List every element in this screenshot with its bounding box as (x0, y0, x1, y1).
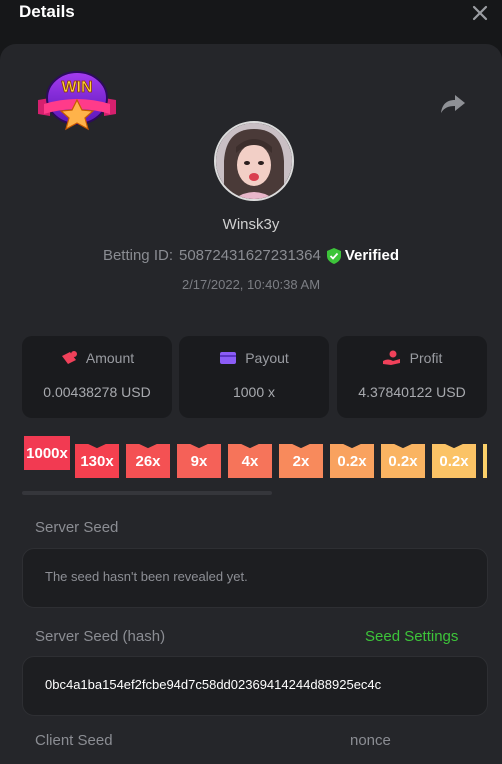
stat-payout-value: 1000 x (232, 384, 276, 400)
avatar-image (216, 123, 292, 199)
server-seed-field[interactable]: The seed hasn't been revealed yet. (22, 548, 488, 608)
multiplier-slot: 0.2x (381, 444, 425, 478)
betting-id-row: Betting ID: 50872431627231364 Verified (0, 247, 502, 264)
verified-badge: Verified (326, 247, 400, 264)
multiplier-overflow-edge (483, 444, 487, 478)
multiplier-row[interactable]: 1000x 130x 26x 9x 4x 2x 0.2x 0.2x 0.2x (22, 434, 502, 484)
multiplier-slot: 1000x (24, 436, 70, 470)
stat-amount: Amount 0.00438278 USD (22, 336, 172, 418)
share-icon[interactable] (440, 92, 466, 116)
nonce-label: nonce (350, 732, 391, 749)
stat-payout-label: Payout (245, 350, 289, 366)
stat-amount-value: 0.00438278 USD (43, 384, 151, 400)
verified-label: Verified (344, 247, 400, 264)
multiplier-slot: 26x (126, 444, 170, 478)
coins-icon (61, 351, 77, 364)
multiplier-scrollbar[interactable] (22, 491, 272, 495)
multiplier-slot: 2x (279, 444, 323, 478)
multiplier-slot: 4x (228, 444, 272, 478)
modal-header: Details (0, 0, 502, 40)
avatar (214, 121, 294, 201)
modal-title: Details (19, 2, 75, 21)
stat-amount-label: Amount (85, 350, 135, 366)
stat-profit: Profit 4.37840122 USD (337, 336, 487, 418)
username: Winsk3y (222, 216, 280, 233)
stat-profit-label: Profit (409, 350, 443, 366)
server-seed-label: Server Seed (35, 519, 119, 536)
server-seed-hash-value: 0bc4a1ba154ef2fcbe94d7c58dd02369414244d8… (45, 677, 382, 692)
stat-profit-value: 4.37840122 USD (358, 384, 466, 400)
betting-id-label: Betting ID: (102, 247, 173, 264)
server-seed-hash-field[interactable]: 0bc4a1ba154ef2fcbe94d7c58dd02369414244d8… (22, 656, 488, 716)
win-badge-icon: WIN (38, 71, 116, 131)
shield-check-icon (326, 247, 341, 264)
server-seed-value: The seed hasn't been revealed yet. (45, 569, 248, 584)
multiplier-slot: 130x (75, 444, 119, 478)
win-badge-text: WIN (61, 79, 92, 96)
multiplier-slot: 0.2x (330, 444, 374, 478)
close-icon[interactable] (470, 3, 490, 23)
multiplier-slot: 9x (177, 444, 221, 478)
client-seed-label: Client Seed (35, 732, 113, 749)
multiplier-slot: 0.2x (432, 444, 476, 478)
server-seed-hash-label: Server Seed (hash) (35, 628, 166, 645)
seed-settings-link[interactable]: Seed Settings (365, 628, 458, 645)
wallet-icon (220, 352, 237, 364)
bet-timestamp: 2/17/2022, 10:40:38 AM (181, 277, 321, 292)
money-hand-icon (382, 350, 400, 365)
betting-id-value: 50872431627231364 (179, 247, 321, 264)
stat-payout: Payout 1000 x (179, 336, 329, 418)
